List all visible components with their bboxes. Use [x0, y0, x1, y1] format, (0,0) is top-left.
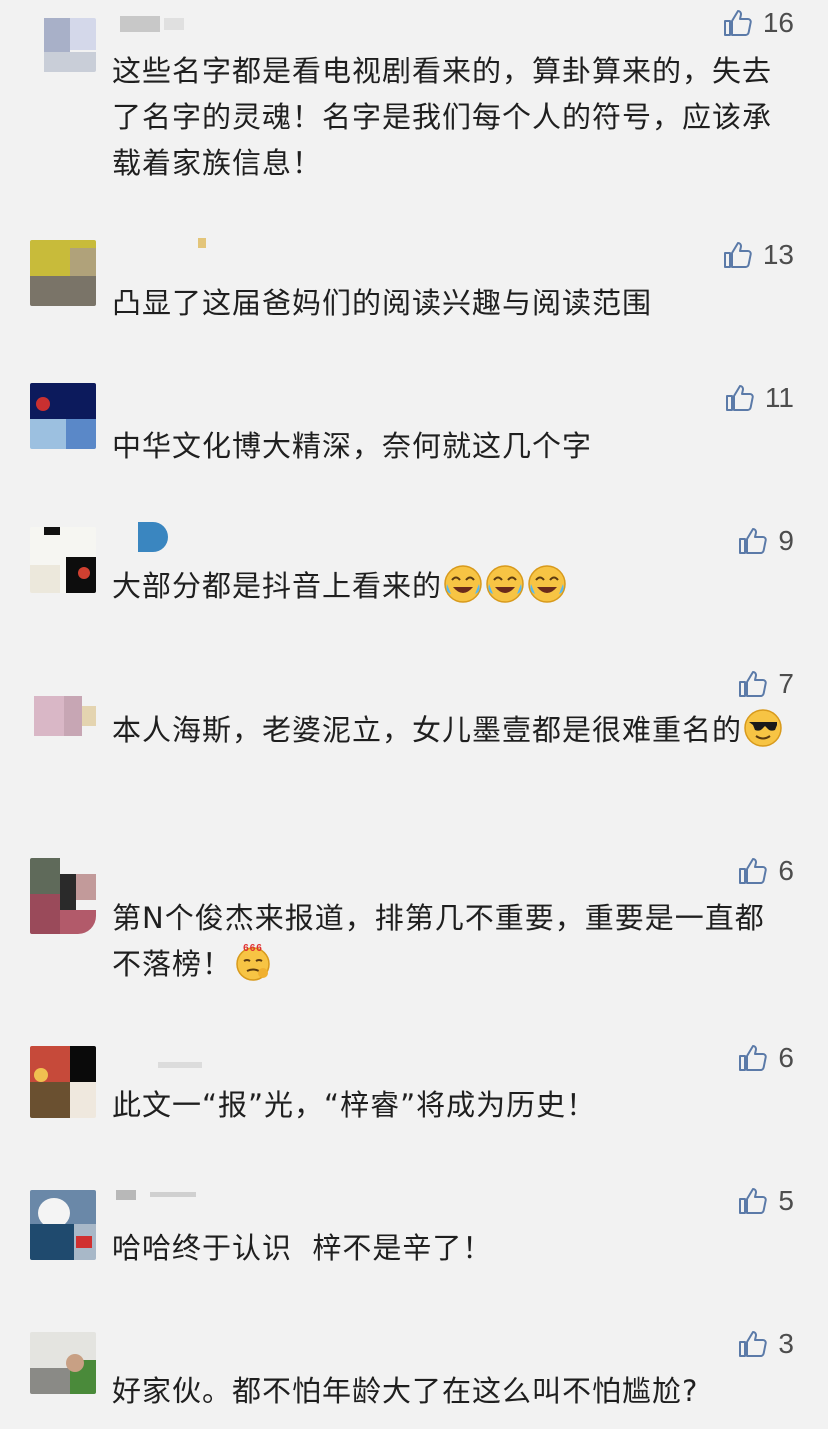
avatar[interactable]: [30, 858, 96, 934]
avatar[interactable]: [30, 18, 96, 72]
thumbs-up-icon: [736, 525, 768, 557]
like-count: 9: [778, 525, 794, 556]
comment-text: 这些名字都是看电视剧看来的，算卦算来的，失去了名字的灵魂！名字是我们每个人的符号…: [112, 54, 773, 180]
thumbs-up-icon: [736, 1042, 768, 1074]
laughing-crying-emoji: [443, 564, 483, 604]
like-button[interactable]: 7: [736, 666, 794, 702]
like-button[interactable]: 6: [736, 1040, 794, 1076]
like-button[interactable]: 6: [736, 853, 794, 889]
like-count: 6: [778, 855, 794, 886]
avatar[interactable]: [30, 240, 96, 306]
nickname[interactable]: [112, 1180, 222, 1210]
nickname[interactable]: [112, 230, 222, 260]
like-button[interactable]: 16: [721, 5, 794, 41]
like-count: 11: [764, 382, 794, 413]
like-button[interactable]: 5: [736, 1183, 794, 1219]
like-count: 6: [778, 1042, 794, 1073]
avatar[interactable]: [30, 1332, 96, 1394]
comment-text-body: 本人海斯，老婆泥立，女儿墨壹都是很难重名的: [112, 713, 743, 747]
like-count: 16: [762, 7, 794, 38]
comment-text-body: 大部分都是抖音上看来的: [112, 569, 443, 603]
thumbs-up-icon: [721, 239, 753, 271]
like-button[interactable]: 9: [736, 523, 794, 559]
like-count: 13: [762, 239, 794, 270]
nickname[interactable]: [112, 1050, 222, 1080]
laughing-crying-emoji: [485, 564, 525, 604]
like-button[interactable]: 11: [723, 380, 794, 416]
comment-text: 此文一“报”光，“梓睿”将成为历史！: [112, 1088, 597, 1122]
laughing-crying-emoji: [527, 564, 567, 604]
avatar[interactable]: [30, 1046, 96, 1118]
comment-text: 第N个俊杰来报道，排第几不重要，重要是一直都不落榜！ 666: [112, 895, 784, 987]
comment-text: 本人海斯，老婆泥立，女儿墨壹都是很难重名的: [112, 707, 784, 753]
nickname[interactable]: [112, 522, 222, 552]
like-count: 3: [778, 1328, 794, 1359]
nickname[interactable]: [112, 6, 222, 36]
666-emoji-text: 666: [243, 943, 263, 954]
comment-text: 哈哈终于认识 梓不是辛了！: [112, 1231, 493, 1265]
like-button[interactable]: 13: [721, 237, 794, 273]
like-count: 7: [778, 668, 794, 699]
comment-text: 大部分都是抖音上看来的: [112, 563, 784, 609]
thumbs-up-icon: [721, 7, 753, 39]
comment-text: 中华文化博大精深，奈何就这几个字: [112, 429, 593, 463]
666-emoji: 666: [233, 942, 273, 982]
avatar[interactable]: [30, 1190, 96, 1260]
comment-text: 凸显了这届爸妈们的阅读兴趣与阅读范围: [112, 286, 653, 320]
thumbs-up-icon: [736, 1328, 768, 1360]
thumbs-up-icon: [736, 1185, 768, 1217]
thumbs-up-icon: [736, 668, 768, 700]
like-count: 5: [778, 1185, 794, 1216]
avatar[interactable]: [30, 696, 96, 736]
comment-text-body: 第N个俊杰来报道，排第几不重要，重要是一直都不落榜！: [112, 901, 765, 981]
avatar[interactable]: [30, 527, 96, 593]
thumbs-up-icon: [723, 382, 755, 414]
like-button[interactable]: 3: [736, 1326, 794, 1362]
comment-text: 好家伙。都不怕年龄大了在这么叫不怕尴尬?: [112, 1374, 699, 1408]
sunglasses-emoji: [743, 708, 783, 748]
avatar[interactable]: [30, 383, 96, 449]
thumbs-up-icon: [736, 855, 768, 887]
